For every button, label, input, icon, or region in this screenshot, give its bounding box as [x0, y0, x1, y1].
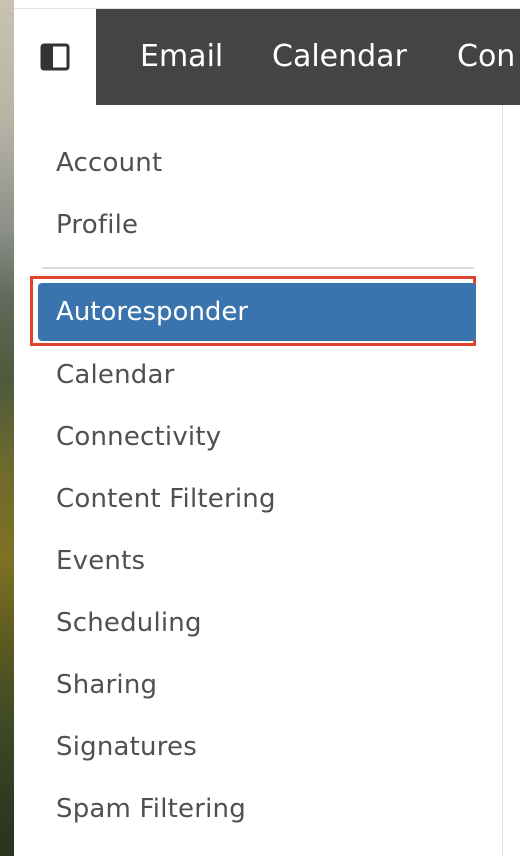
settings-panel: Email Calendar Con Account Profile Autor… — [14, 0, 520, 856]
sidebar-item-account[interactable]: Account — [56, 145, 162, 181]
panel-right-border — [502, 105, 503, 856]
sidebar-item-spam-filtering[interactable]: Spam Filtering — [56, 791, 246, 827]
sidebar-item-content-filtering[interactable]: Content Filtering — [56, 481, 276, 517]
sidebar-item-profile[interactable]: Profile — [56, 207, 138, 243]
top-navigation: Email Calendar Con — [96, 9, 520, 105]
background-landscape — [0, 0, 14, 856]
tab-calendar[interactable]: Calendar — [272, 9, 407, 105]
tab-email[interactable]: Email — [140, 9, 223, 105]
sidebar-item-events[interactable]: Events — [56, 543, 145, 579]
sidebar-item-sharing[interactable]: Sharing — [56, 667, 157, 703]
sidebar-divider — [42, 267, 474, 269]
sidebar-item-calendar[interactable]: Calendar — [56, 357, 175, 393]
sidebar-item-scheduling[interactable]: Scheduling — [56, 605, 202, 641]
sidebar-item-autoresponder[interactable]: Autoresponder — [38, 283, 476, 341]
top-border — [14, 0, 520, 9]
sidebar-item-connectivity[interactable]: Connectivity — [56, 419, 221, 455]
sidebar-toggle-icon — [40, 43, 70, 71]
sidebar-toggle-button[interactable] — [14, 9, 96, 105]
sidebar-item-signatures[interactable]: Signatures — [56, 729, 197, 765]
tab-contacts[interactable]: Con — [457, 9, 515, 105]
